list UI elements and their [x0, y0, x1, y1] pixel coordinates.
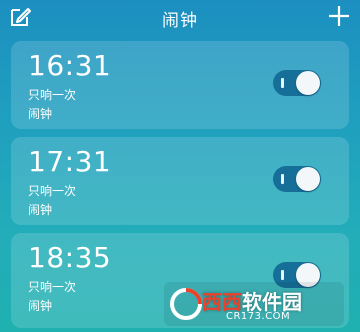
alarm-time: 17:31	[28, 145, 112, 178]
watermark-logo-icon	[170, 288, 202, 320]
alarm-time: 16:31	[28, 49, 112, 82]
alarm-card[interactable]: 16:31 只响一次 闹钟	[11, 41, 349, 129]
alarm-toggle[interactable]	[273, 166, 321, 192]
alarm-label: 闹钟	[28, 299, 53, 313]
alarm-repeat: 只响一次	[28, 88, 77, 102]
alarm-label: 闹钟	[28, 107, 53, 121]
alarm-label: 闹钟	[28, 203, 53, 217]
app-header: 闹钟	[0, 0, 360, 34]
alarm-repeat: 只响一次	[28, 280, 77, 294]
watermark-url: CR173.COM	[226, 311, 291, 322]
alarm-card[interactable]: 17:31 只响一次 闹钟	[11, 137, 349, 225]
watermark: 西西软件园 CR173.COM	[164, 282, 344, 326]
add-alarm-button[interactable]	[326, 3, 352, 29]
page-title: 闹钟	[162, 11, 198, 31]
plus-icon	[329, 6, 349, 26]
toggle-knob	[296, 71, 320, 95]
alarm-time: 18:35	[28, 241, 112, 274]
toggle-on-mark	[281, 270, 284, 280]
toggle-on-mark	[281, 78, 284, 88]
toggle-knob	[296, 167, 320, 191]
alarm-repeat: 只响一次	[28, 184, 77, 198]
alarm-toggle[interactable]	[273, 70, 321, 96]
toggle-on-mark	[281, 174, 284, 184]
